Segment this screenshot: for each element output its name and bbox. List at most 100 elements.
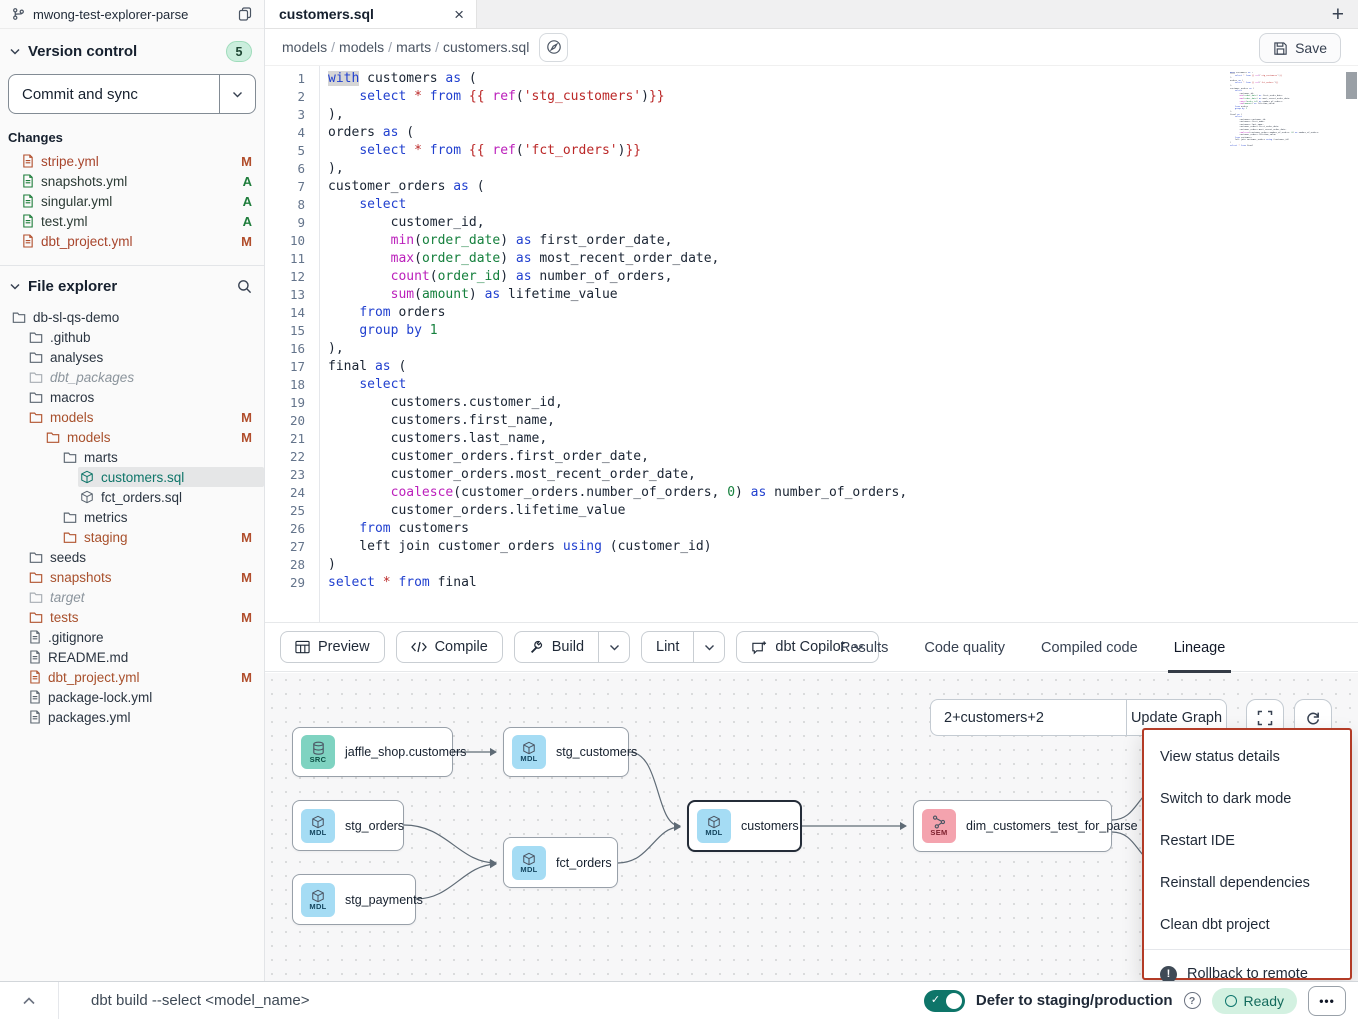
more-options-button[interactable]: ••• (1308, 986, 1346, 1016)
preview-button[interactable]: Preview (280, 631, 385, 663)
tree-item--github[interactable]: .github (0, 327, 264, 347)
node-name: stg_orders (345, 819, 404, 833)
code-line: customer_orders as ( (328, 178, 1358, 196)
tree-item-dbt-project-yml[interactable]: dbt_project.ymlM (0, 667, 264, 687)
tab-code-quality[interactable]: Code quality (924, 623, 1005, 673)
branch-row[interactable]: mwong-test-explorer-parse (0, 0, 264, 29)
code-content[interactable]: with customers as ( select * from {{ ref… (320, 66, 1358, 622)
tree-item-target[interactable]: target (0, 587, 264, 607)
lineage-node-stg-payments[interactable]: MDLstg_payments (292, 874, 416, 925)
tree-item-inner: testsM (27, 607, 264, 627)
close-tab-icon[interactable]: × (454, 6, 464, 23)
change-item[interactable]: singular.ymlA (0, 191, 264, 211)
menu-item-rollback-to-remote[interactable]: !Rollback to remote (1144, 953, 1350, 981)
change-item[interactable]: stripe.ymlM (0, 151, 264, 171)
code-editor[interactable]: 1234567891011121314151617181920212223242… (265, 66, 1358, 622)
tree-item-metrics[interactable]: metrics (0, 507, 264, 527)
breadcrumb-segment[interactable]: models (339, 39, 384, 55)
tree-item-db-sl-qs-demo[interactable]: db-sl-qs-demo (0, 307, 264, 327)
tree-item-dbt-packages[interactable]: dbt_packages (0, 367, 264, 387)
editor-scrollbar[interactable] (1344, 66, 1358, 622)
new-tab-button[interactable]: + (1332, 0, 1344, 29)
lineage-node-customers[interactable]: MDLcustomers (687, 800, 802, 852)
tree-item-packages-yml[interactable]: packages.yml (0, 707, 264, 727)
lint-label: Lint (656, 639, 679, 655)
defer-toggle[interactable]: ✓ (924, 990, 965, 1012)
tree-item-staging[interactable]: stagingM (0, 527, 264, 547)
tree-item-inner: customers.sql (78, 467, 264, 487)
save-button[interactable]: Save (1259, 33, 1341, 63)
copy-icon[interactable] (238, 7, 252, 21)
build-button[interactable]: Build (515, 632, 598, 662)
breadcrumb-segment[interactable]: marts (396, 39, 431, 55)
commit-and-sync-button[interactable]: Commit and sync (8, 74, 256, 114)
line-number: 20 (265, 412, 305, 430)
menu-item-clean-dbt-project[interactable]: Clean dbt project (1144, 904, 1350, 946)
tab-lineage[interactable]: Lineage (1174, 623, 1226, 673)
change-item[interactable]: dbt_project.ymlM (0, 231, 264, 251)
menu-item-switch-to-dark-mode[interactable]: Switch to dark mode (1144, 778, 1350, 820)
context-menu: View status details Switch to dark mode Re… (1142, 728, 1352, 980)
tree-item-seeds[interactable]: seeds (0, 547, 264, 567)
breadcrumb-segment[interactable]: customers.sql (443, 39, 529, 55)
help-icon[interactable]: ? (1184, 992, 1201, 1009)
tree-item-models[interactable]: modelsM (0, 427, 264, 447)
node-name: jaffle_shop.customers (345, 745, 466, 759)
scrollbar-thumb[interactable] (1346, 72, 1357, 99)
version-control-header[interactable]: Version control 5 (0, 29, 264, 68)
change-item[interactable]: test.ymlA (0, 211, 264, 231)
command-input[interactable]: dbt build --select <model_name> (59, 992, 924, 1009)
tree-item-macros[interactable]: macros (0, 387, 264, 407)
lineage-selector-input[interactable] (930, 699, 1126, 736)
tab-results[interactable]: Results (840, 623, 888, 673)
file-explorer-header[interactable]: File explorer (0, 266, 264, 301)
menu-item-label: Switch to dark mode (1160, 791, 1291, 807)
line-number: 4 (265, 124, 305, 142)
menu-item-restart-ide[interactable]: Restart IDE (1144, 820, 1350, 862)
menu-item-view-status-details[interactable]: View status details (1144, 736, 1350, 778)
tree-item-models[interactable]: modelsM (0, 407, 264, 427)
tree-item-analyses[interactable]: analyses (0, 347, 264, 367)
build-label: Build (552, 639, 584, 655)
change-item[interactable]: snapshots.ymlA (0, 171, 264, 191)
lint-button[interactable]: Lint (642, 632, 693, 662)
code-line: customers.last_name, (328, 430, 1358, 448)
lineage-node-dim-customers-test-for-parse[interactable]: SEMdim_customers_test_for_parse (913, 800, 1112, 852)
menu-divider (1144, 949, 1350, 950)
copilot-label: dbt Copilot (775, 639, 844, 655)
compile-button[interactable]: Compile (396, 631, 503, 663)
lineage-node-jaffle-shop-customers[interactable]: SRCjaffle_shop.customers (292, 727, 453, 777)
commit-options-caret[interactable] (219, 75, 255, 113)
lint-options-caret[interactable] (693, 632, 724, 662)
lineage-node-stg-customers[interactable]: MDLstg_customers (503, 727, 629, 777)
tree-item-customers-sql[interactable]: customers.sql (0, 467, 264, 487)
tab-compiled-code[interactable]: Compiled code (1041, 623, 1138, 673)
node-type-label: MDL (309, 902, 326, 911)
tab-customers-sql[interactable]: customers.sql × (265, 0, 477, 28)
file-icon (29, 670, 41, 684)
tree-item-readme-md[interactable]: README.md (0, 647, 264, 667)
lineage-node-stg-orders[interactable]: MDLstg_orders (292, 800, 404, 851)
tree-item-package-lock-yml[interactable]: package-lock.yml (0, 687, 264, 707)
search-icon[interactable] (237, 279, 252, 294)
navigate-compass-button[interactable] (539, 33, 568, 62)
line-number: 12 (265, 268, 305, 286)
code-icon (411, 641, 427, 653)
line-number: 25 (265, 502, 305, 520)
build-options-caret[interactable] (598, 632, 629, 662)
alert-icon: ! (1160, 966, 1177, 982)
tree-item-snapshots[interactable]: snapshotsM (0, 567, 264, 587)
lineage-node-fct-orders[interactable]: MDLfct_orders (503, 837, 618, 888)
code-line: customer_orders.lifetime_value (328, 502, 1358, 520)
tree-item-tests[interactable]: testsM (0, 607, 264, 627)
tree-item-fct-orders-sql[interactable]: fct_orders.sql (0, 487, 264, 507)
tree-item--gitignore[interactable]: .gitignore (0, 627, 264, 647)
expand-command-bar-button[interactable] (0, 982, 58, 1019)
menu-item-reinstall-dependencies[interactable]: Reinstall dependencies (1144, 862, 1350, 904)
file-icon (22, 194, 34, 208)
tree-item-marts[interactable]: marts (0, 447, 264, 467)
tree-item-label: packages.yml (48, 710, 131, 725)
breadcrumb-segment[interactable]: models (282, 39, 327, 55)
code-line: select * from {{ ref('fct_orders')}} (328, 142, 1358, 160)
change-status-badge: A (243, 194, 252, 209)
